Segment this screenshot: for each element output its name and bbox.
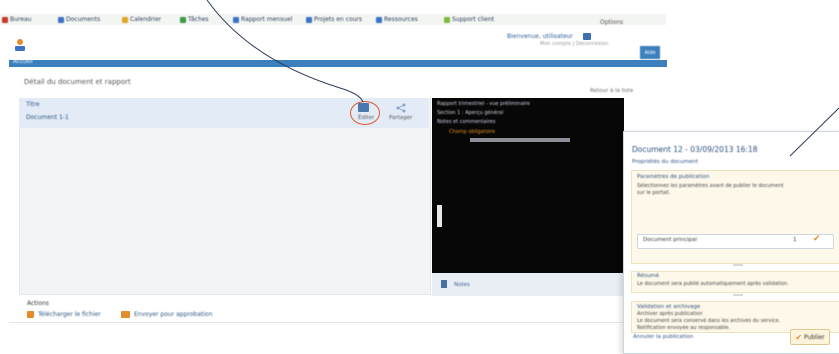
bookmark-item[interactable]: Ressources bbox=[376, 15, 418, 24]
back-link[interactable]: Retour à la liste bbox=[590, 88, 633, 94]
bookmark-item[interactable]: Bureau bbox=[2, 15, 31, 24]
row-title: Titre bbox=[26, 101, 40, 108]
app-logo-icon bbox=[15, 39, 25, 51]
row-document[interactable]: Document 1-1 bbox=[26, 114, 69, 121]
download-link[interactable]: Télécharger le fichier bbox=[38, 311, 101, 318]
box-text: Le document sera conservé dans les archi… bbox=[637, 318, 781, 324]
highlight-circle bbox=[350, 101, 380, 125]
user-link[interactable]: Bienvenue, utilisateur bbox=[507, 33, 573, 40]
download-icon bbox=[27, 311, 34, 318]
bookmark-icon bbox=[58, 16, 64, 23]
nav-bar bbox=[9, 60, 667, 67]
box-text: sur le portail. bbox=[637, 190, 671, 196]
preview-scrollbar[interactable] bbox=[437, 205, 442, 227]
preview-line: Rapport trimestriel - vue préliminaire bbox=[437, 101, 530, 107]
check-icon: ✔ bbox=[813, 234, 821, 244]
approval-link[interactable]: Envoyer pour approbation bbox=[134, 311, 212, 318]
top-right-options[interactable]: Options bbox=[600, 19, 623, 26]
box-text: Sélectionnez les paramètres avant de pub… bbox=[637, 183, 784, 189]
bookmark-icon bbox=[376, 16, 382, 23]
bookmark-icon bbox=[233, 16, 239, 23]
box-heading: Paramètres de publication bbox=[637, 174, 710, 180]
preview-field bbox=[470, 138, 570, 142]
bookmark-icon bbox=[122, 16, 128, 23]
publish-button-label: Publier bbox=[804, 333, 825, 341]
box-heading: Validation et archivage bbox=[637, 304, 701, 310]
divider bbox=[733, 264, 743, 266]
select-count: 1 bbox=[793, 237, 797, 243]
cancel-publish-link[interactable]: Annuler la publication bbox=[633, 334, 693, 340]
bookmark-item[interactable]: Tâches bbox=[180, 15, 209, 24]
popup-title: Document 12 - 03/09/2013 16:18 bbox=[632, 145, 758, 154]
send-icon bbox=[121, 311, 130, 318]
preview-line: Notes et commentaires bbox=[437, 119, 496, 125]
bookmark-item[interactable]: Rapport mensuel bbox=[233, 15, 292, 24]
bookmark-icon bbox=[306, 16, 312, 23]
box-text: Archiver après publication bbox=[637, 311, 703, 317]
tab-home[interactable]: Accueil bbox=[13, 59, 33, 65]
help-button[interactable]: Aide bbox=[640, 46, 660, 59]
bookmark-item[interactable]: Calendrier bbox=[122, 15, 161, 24]
page-title: Détail du document et rapport bbox=[24, 78, 131, 86]
bookmarks-bar: Bureau Documents Calendrier Tâches Rappo… bbox=[0, 14, 666, 25]
note-icon bbox=[441, 280, 447, 288]
share-icon[interactable] bbox=[396, 103, 406, 113]
bookmark-icon bbox=[180, 16, 186, 23]
user-icon bbox=[583, 33, 591, 40]
document-preview bbox=[432, 98, 624, 296]
publish-button[interactable]: ✔ Publier bbox=[790, 329, 830, 345]
preview-note[interactable]: Notes bbox=[454, 282, 470, 288]
box-text: Notification envoyée au responsable. bbox=[637, 325, 730, 331]
box-heading: Résumé bbox=[637, 273, 660, 279]
user-account-links[interactable]: Mon compte | Déconnexion bbox=[540, 41, 609, 47]
bookmark-icon bbox=[2, 16, 8, 23]
actions-title: Actions bbox=[27, 300, 49, 307]
preview-required-label: Champ obligatoire bbox=[449, 129, 496, 135]
select-value: Document principal bbox=[643, 237, 697, 243]
share-button-label[interactable]: Partager bbox=[389, 115, 412, 121]
preview-line: Section 1 : Aperçu général bbox=[437, 110, 504, 116]
popup-subtitle: Propriétés du document bbox=[632, 159, 699, 165]
check-icon: ✔ bbox=[795, 332, 803, 342]
bookmark-item[interactable]: Support client bbox=[444, 15, 494, 24]
bookmark-icon bbox=[444, 16, 450, 23]
bookmark-item[interactable]: Documents bbox=[58, 15, 100, 24]
divider bbox=[733, 294, 743, 296]
box-text: Le document sera publié automatiquement … bbox=[637, 281, 789, 287]
bookmark-item[interactable]: Projets en cours bbox=[306, 15, 362, 24]
divider bbox=[9, 322, 659, 323]
